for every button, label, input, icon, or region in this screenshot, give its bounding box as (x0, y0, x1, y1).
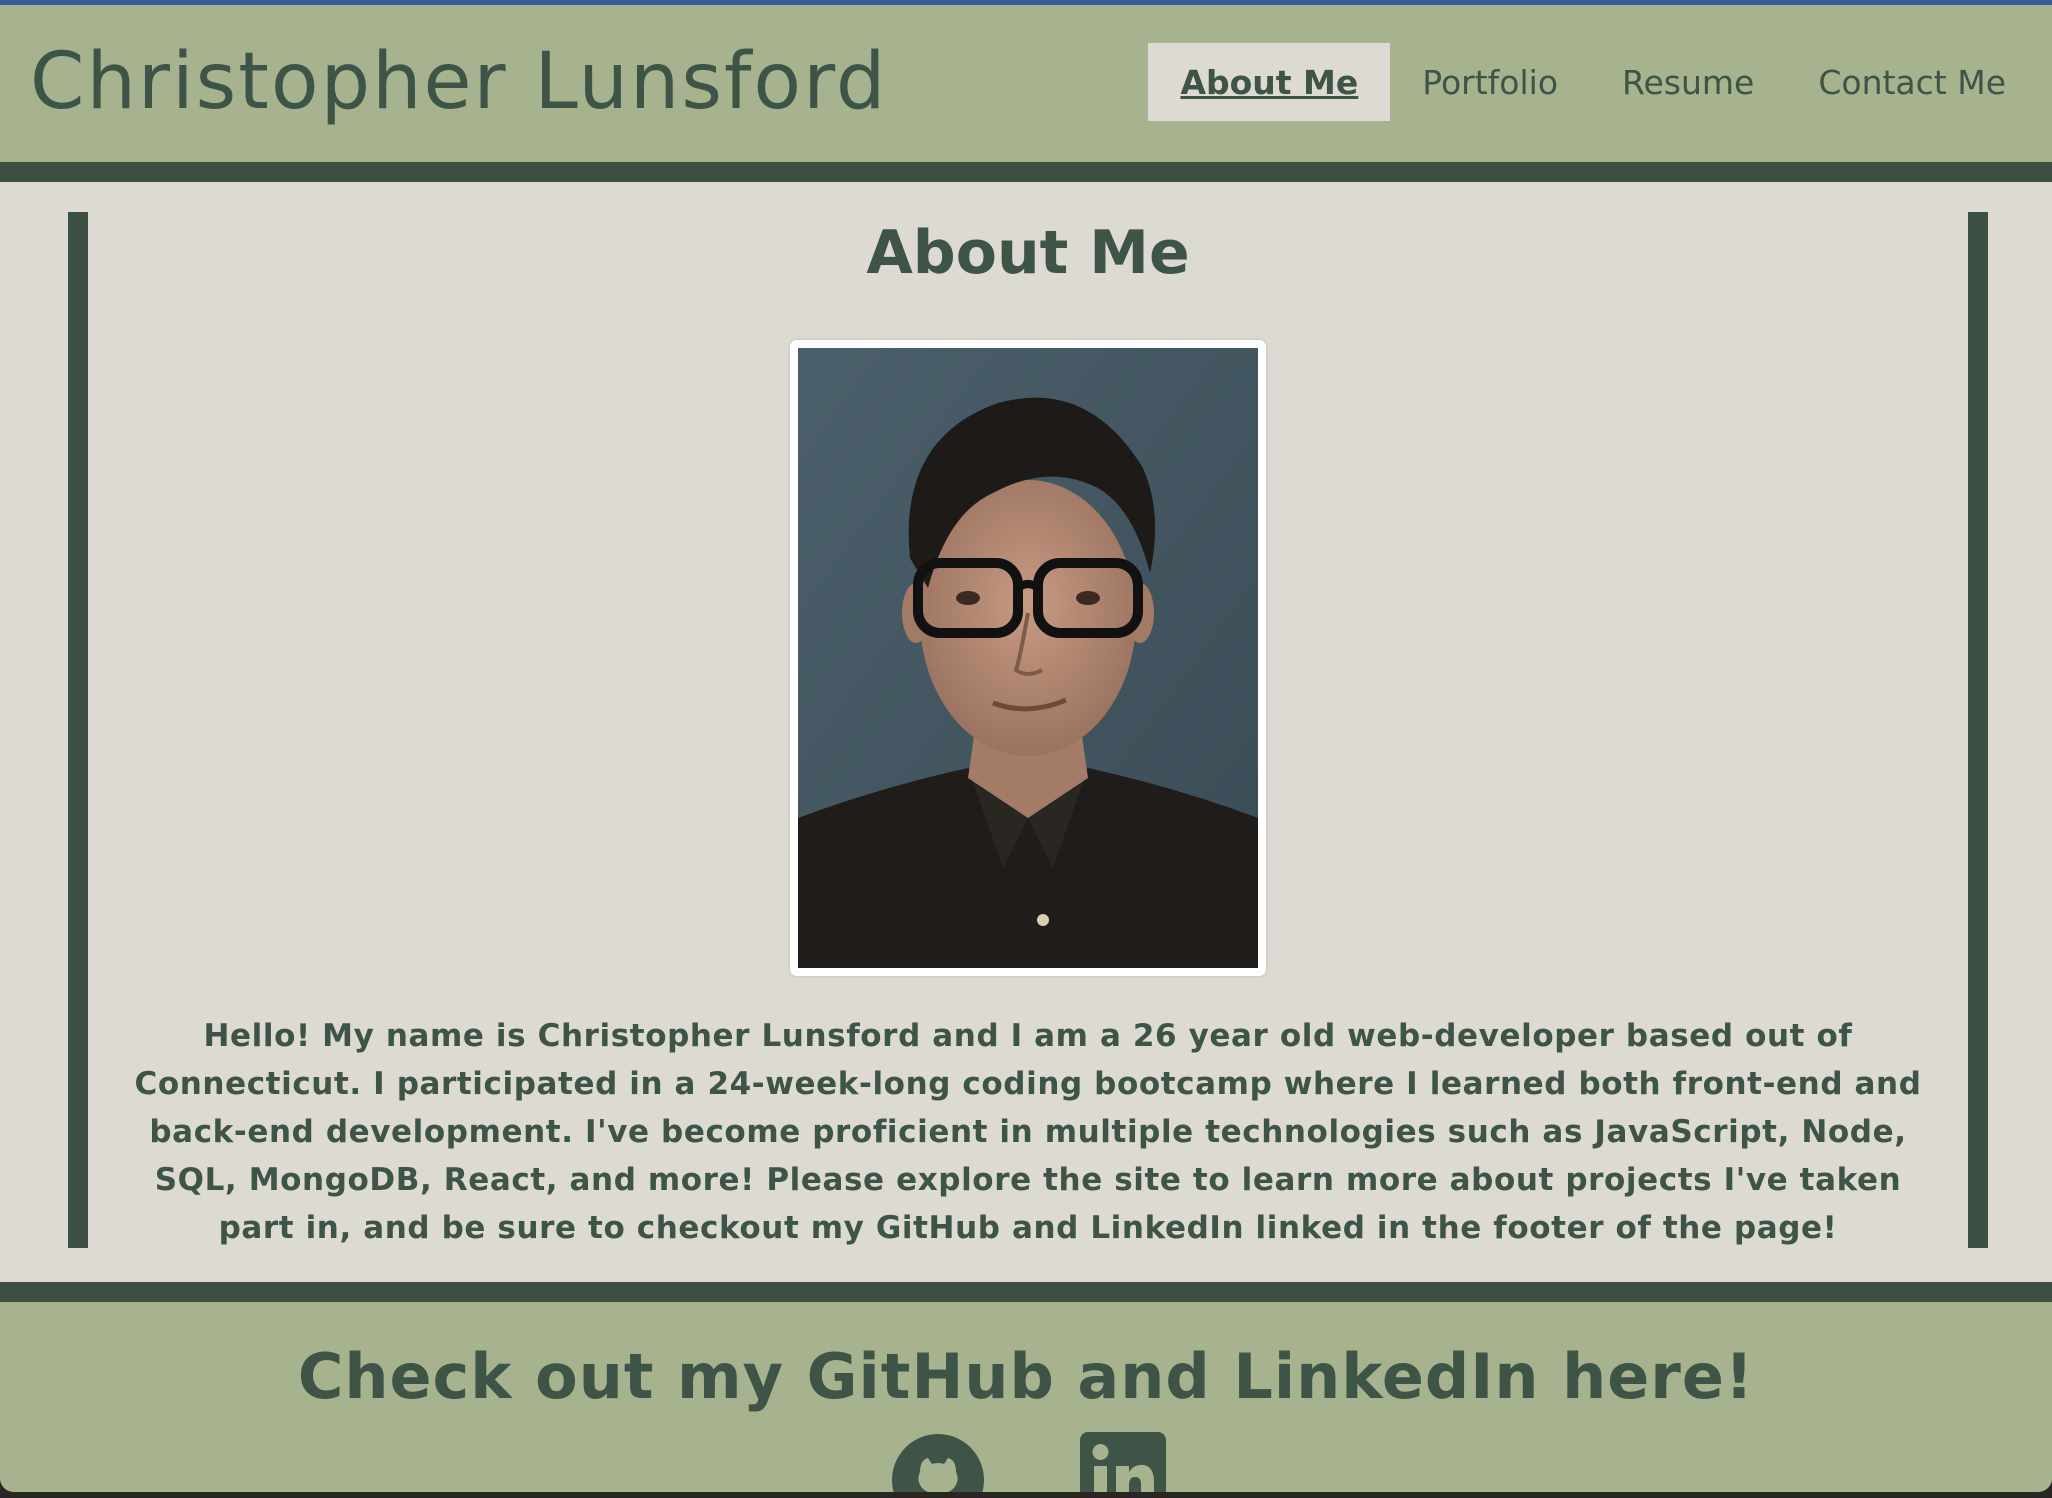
footer-divider (0, 1282, 2052, 1302)
main-nav: About Me Portfolio Resume Contact Me (1148, 43, 2038, 121)
site-footer: Check out my GitHub and LinkedIn here! (0, 1302, 2052, 1492)
site-header: Christopher Lunsford About Me Portfolio … (0, 5, 2052, 162)
nav-contact-me[interactable]: Contact Me (1786, 43, 2038, 121)
page-heading: About Me (866, 218, 1190, 288)
site-title: Christopher Lunsford (30, 37, 888, 127)
portrait-photo (798, 348, 1258, 968)
github-link[interactable] (890, 1432, 986, 1492)
header-divider (0, 162, 2052, 182)
browser-viewport: Christopher Lunsford About Me Portfolio … (0, 0, 2052, 1492)
linkedin-icon (1080, 1432, 1166, 1492)
bio-paragraph: Hello! My name is Christopher Lunsford a… (134, 1018, 1922, 1246)
nav-resume[interactable]: Resume (1590, 43, 1786, 121)
nav-about-me[interactable]: About Me (1148, 43, 1391, 121)
linkedin-link[interactable] (1080, 1432, 1166, 1492)
footer-heading: Check out my GitHub and LinkedIn here! (297, 1340, 1755, 1413)
portrait-frame (790, 340, 1266, 976)
about-section: About Me Hello! My name is Christopher L… (68, 212, 1988, 1248)
nav-portfolio[interactable]: Portfolio (1390, 43, 1590, 121)
github-icon (892, 1434, 984, 1492)
